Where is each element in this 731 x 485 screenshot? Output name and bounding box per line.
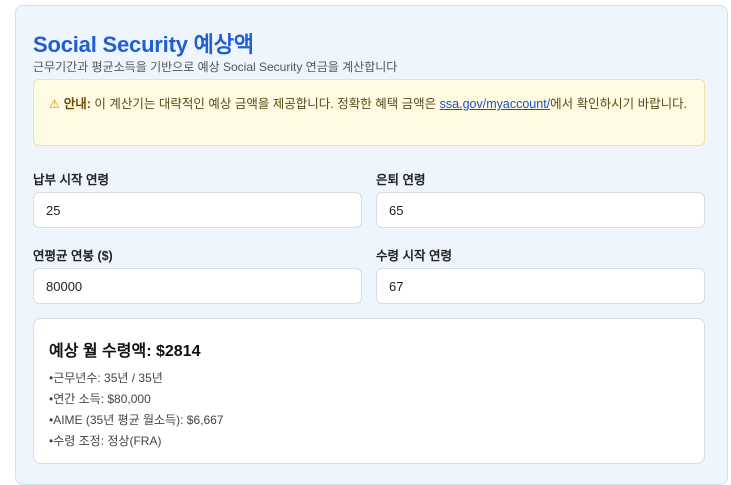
- calculator-panel: Social Security 예상액 근무기간과 평균소득을 기반으로 예상 …: [15, 5, 728, 485]
- list-item: 수령 조정: 정상(FRA): [49, 431, 224, 452]
- list-item: 연간 소득: $80,000: [49, 389, 224, 410]
- start-age-label: 납부 시작 연령: [33, 173, 109, 187]
- result-card: 예상 월 수령액: $2814 근무년수: 35년 / 35년 연간 소득: $…: [33, 318, 705, 464]
- list-item: 근무년수: 35년 / 35년: [49, 368, 224, 389]
- warning-icon: ⚠: [49, 97, 60, 111]
- notice-text-after: 에서 확인하시기 바랍니다.: [550, 97, 688, 111]
- list-item: AIME (35년 평균 월소득): $6,667: [49, 410, 223, 431]
- retire-age-input[interactable]: [376, 192, 705, 228]
- claim-age-input[interactable]: [376, 268, 705, 304]
- page-title: Social Security 예상액: [33, 32, 254, 57]
- start-age-input[interactable]: [33, 192, 362, 228]
- notice-box: ⚠ 안내: 이 계산기는 대략적인 예상 금액을 제공합니다. 정확한 혜택 금액…: [33, 79, 705, 146]
- retire-age-label: 은퇴 연령: [376, 173, 426, 187]
- claim-age-label: 수령 시작 연령: [376, 249, 452, 263]
- notice-text: 이 계산기는 대략적인 예상 금액을 제공합니다. 정확한 혜택 금액은: [94, 97, 437, 111]
- monthly-benefit-heading: 예상 월 수령액: $2814: [49, 343, 201, 360]
- salary-label: 연평균 연봉 ($): [33, 249, 113, 263]
- ssa-link[interactable]: ssa.gov/myaccount/: [440, 97, 550, 111]
- result-details: 근무년수: 35년 / 35년 연간 소득: $80,000 AIME (35년…: [49, 368, 224, 452]
- salary-input[interactable]: [33, 268, 362, 304]
- page-subtitle: 근무기간과 평균소득을 기반으로 예상 Social Security 연금을 …: [33, 60, 398, 74]
- notice-lead: 안내:: [63, 97, 91, 111]
